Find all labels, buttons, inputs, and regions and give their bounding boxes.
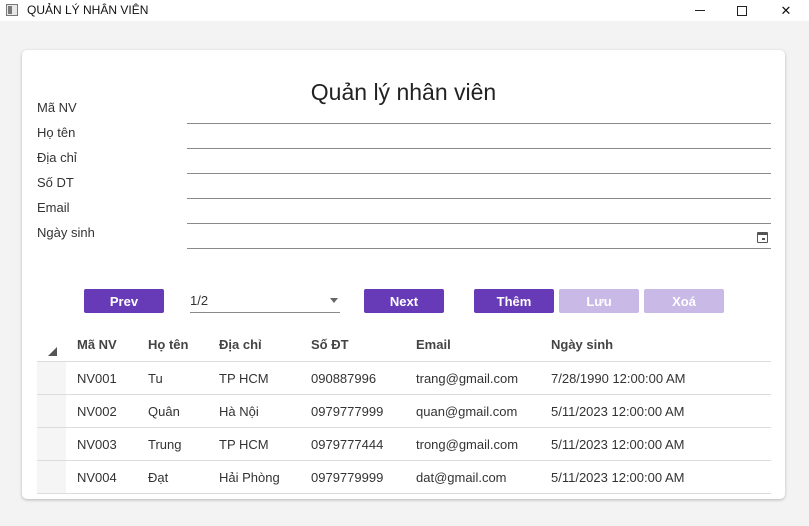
column-header-birthdate[interactable]: Ngày sinh <box>551 337 613 352</box>
cell-phone[interactable]: 0979779999 <box>311 470 383 485</box>
title-bar: QUẢN LÝ NHÂN VIÊN ✕ <box>0 0 809 21</box>
minimize-button[interactable] <box>680 0 720 21</box>
cell-birthdate[interactable]: 5/11/2023 12:00:00 AM <box>551 470 684 485</box>
row-header[interactable] <box>37 461 66 493</box>
row-header[interactable] <box>37 428 66 460</box>
full-name-field[interactable] <box>187 148 771 149</box>
birthdate-label: Ngày sinh <box>37 225 95 240</box>
column-header-name[interactable]: Họ tên <box>148 337 188 352</box>
cell-id[interactable]: NV001 <box>77 371 117 386</box>
delete-button[interactable]: Xoá <box>644 289 724 313</box>
cell-id[interactable]: NV002 <box>77 404 117 419</box>
column-header-address[interactable]: Địa chỉ <box>219 337 262 352</box>
next-button[interactable]: Next <box>364 289 444 313</box>
chevron-down-icon <box>330 298 338 303</box>
cell-address[interactable]: Hải Phòng <box>219 470 280 485</box>
column-header-email[interactable]: Email <box>416 337 451 352</box>
cell-phone[interactable]: 0979777444 <box>311 437 383 452</box>
table-row[interactable]: NV004 Đạt Hải Phòng 0979779999 dat@gmail… <box>37 461 771 494</box>
employee-table: Mã NV Họ tên Địa chỉ Số ĐT Email Ngày si… <box>37 326 771 494</box>
phone-field[interactable] <box>187 198 771 199</box>
cell-email[interactable]: trong@gmail.com <box>416 437 518 452</box>
close-button[interactable]: ✕ <box>766 0 806 21</box>
add-button[interactable]: Thêm <box>474 289 554 313</box>
page-select-value: 1/2 <box>190 293 209 308</box>
table-row[interactable]: NV003 Trung TP HCM 0979777444 trong@gmai… <box>37 428 771 461</box>
employee-id-label: Mã NV <box>37 100 77 115</box>
table-row[interactable]: NV001 Tu TP HCM 090887996 trang@gmail.co… <box>37 362 771 395</box>
cell-id[interactable]: NV003 <box>77 437 117 452</box>
minimize-icon <box>695 10 705 11</box>
cell-name[interactable]: Tu <box>148 371 163 386</box>
email-label: Email <box>37 200 70 215</box>
page-title: Quản lý nhân viên <box>310 79 497 105</box>
row-header[interactable] <box>37 395 66 427</box>
cell-name[interactable]: Trung <box>148 437 181 452</box>
row-header[interactable] <box>37 362 66 394</box>
table-row[interactable]: NV002 Quân Hà Nội 0979777999 quan@gmail.… <box>37 395 771 428</box>
prev-button[interactable]: Prev <box>84 289 164 313</box>
window-title: QUẢN LÝ NHÂN VIÊN <box>27 3 149 17</box>
address-label: Địa chỉ <box>37 150 77 165</box>
cell-email[interactable]: dat@gmail.com <box>416 470 507 485</box>
cell-phone[interactable]: 090887996 <box>311 371 376 386</box>
cell-address[interactable]: TP HCM <box>219 371 269 386</box>
address-field[interactable] <box>187 173 771 174</box>
birthdate-field[interactable] <box>187 248 771 249</box>
column-header-id[interactable]: Mã NV <box>77 337 117 352</box>
cell-email[interactable]: trang@gmail.com <box>416 371 518 386</box>
cell-address[interactable]: TP HCM <box>219 437 269 452</box>
cell-phone[interactable]: 0979777999 <box>311 404 383 419</box>
save-button[interactable]: Lưu <box>559 289 639 313</box>
cell-name[interactable]: Quân <box>148 404 180 419</box>
employee-id-field[interactable] <box>187 123 771 124</box>
full-name-label: Họ tên <box>37 125 76 140</box>
phone-label: Số DT <box>37 175 74 190</box>
cell-id[interactable]: NV004 <box>77 470 117 485</box>
column-header-phone[interactable]: Số ĐT <box>311 337 349 352</box>
app-icon <box>6 4 18 16</box>
cell-email[interactable]: quan@gmail.com <box>416 404 517 419</box>
maximize-icon <box>737 5 747 16</box>
email-field[interactable] <box>187 223 771 224</box>
cell-birthdate[interactable]: 5/11/2023 12:00:00 AM <box>551 437 684 452</box>
calendar-icon[interactable] <box>757 232 768 243</box>
cell-name[interactable]: Đạt <box>148 470 168 485</box>
page-select[interactable]: 1/2 <box>190 290 340 313</box>
select-all-icon[interactable] <box>48 347 57 356</box>
main-card: Quản lý nhân viên Mã NV Họ tên Địa chỉ S… <box>22 50 785 499</box>
cell-address[interactable]: Hà Nội <box>219 404 259 419</box>
cell-birthdate[interactable]: 7/28/1990 12:00:00 AM <box>551 371 685 386</box>
close-icon: ✕ <box>780 2 792 18</box>
cell-birthdate[interactable]: 5/11/2023 12:00:00 AM <box>551 404 684 419</box>
maximize-button[interactable] <box>722 0 762 21</box>
table-header: Mã NV Họ tên Địa chỉ Số ĐT Email Ngày si… <box>37 326 771 362</box>
